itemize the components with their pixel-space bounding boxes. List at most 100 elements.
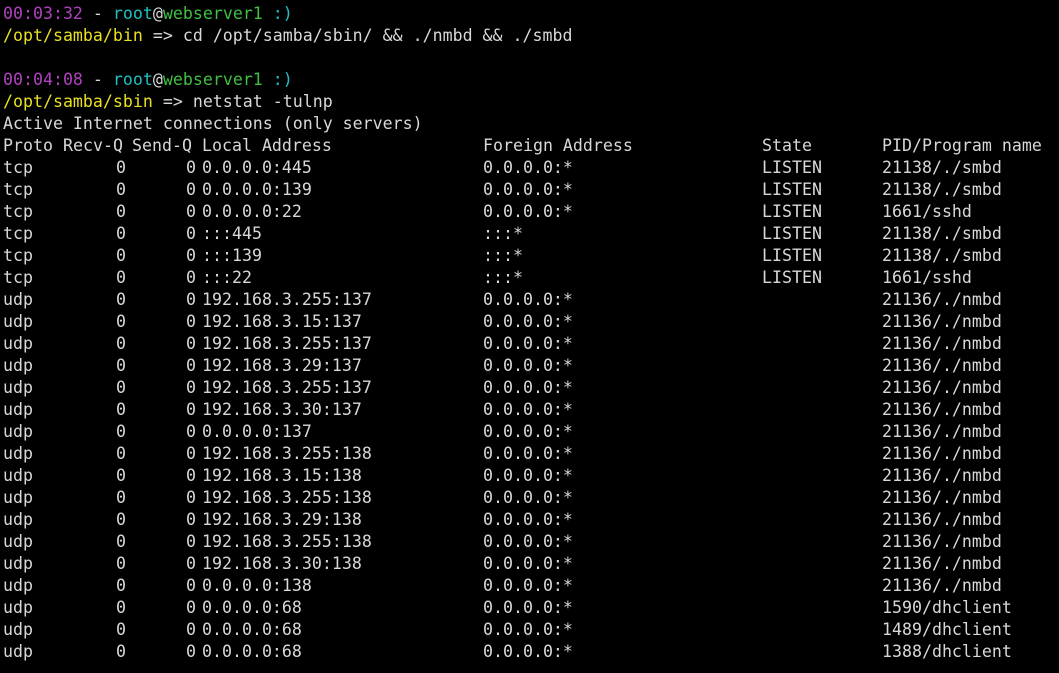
cell-pid-program: 21136/./nmbd <box>882 356 1002 375</box>
prompt-path: /opt/samba/bin <box>3 26 143 45</box>
cell-send-q: 0 <box>186 554 196 573</box>
cell-foreign-address: :::* <box>483 268 523 287</box>
cell-proto: udp <box>3 488 33 507</box>
prompt-host: webserver1 <box>162 4 263 23</box>
cell-foreign-address: 0.0.0.0:* <box>483 400 573 419</box>
prompt-at: @ <box>152 4 163 23</box>
cell-proto: udp <box>3 466 33 485</box>
prompt-status-line: 00:03:32 - root@webserver1 :) <box>3 3 1059 25</box>
cell-proto: udp <box>3 290 33 309</box>
prompt-user: root <box>112 70 153 89</box>
cell-foreign-address: 0.0.0.0:* <box>483 444 573 463</box>
cell-pid-program: 21136/./nmbd <box>882 312 1002 331</box>
prompt-at: @ <box>152 70 163 89</box>
netstat-row: tcp 0 0:::22:::* LISTEN 1661/sshd <box>3 267 1059 289</box>
cell-proto: udp <box>3 356 33 375</box>
cell-local-address: 192.168.3.255:138 <box>202 532 372 551</box>
prompt-arrow: => <box>142 26 183 45</box>
netstat-row: tcp 0 0 0.0.0.0:139 0.0.0.0:* LISTEN 21138/./s… <box>3 179 1059 201</box>
netstat-row: udp 0 0 192.168.3.255:138 0.0.0.0:* 21136/./n… <box>3 487 1059 509</box>
netstat-row: udp 0 0 0.0.0.0:68 0.0.0.0:* 1388/dhclient <box>3 641 1059 663</box>
command-text: netstat -tulnp <box>192 92 333 111</box>
cell-foreign-address: 0.0.0.0:* <box>483 598 573 617</box>
cell-proto: tcp <box>3 180 33 199</box>
cell-send-q: 0 <box>186 356 196 375</box>
cell-pid-program: 1661/sshd <box>882 202 972 221</box>
cell-foreign-address: 0.0.0.0:* <box>483 510 573 529</box>
cell-local-address: 192.168.3.255:137 <box>202 290 372 309</box>
cell-recv-q: 0 <box>116 246 126 265</box>
cell-pid-program: 21136/./nmbd <box>882 466 1002 485</box>
cell-send-q: 0 <box>186 532 196 551</box>
cell-recv-q: 0 <box>116 202 126 221</box>
header-local-address: Local Address <box>202 136 332 155</box>
command-text: cd /opt/samba/sbin/ && ./nmbd && ./smbd <box>182 26 573 45</box>
cell-pid-program: 21136/./nmbd <box>882 400 1002 419</box>
cell-send-q: 0 <box>186 224 196 243</box>
cell-recv-q: 0 <box>116 554 126 573</box>
netstat-row: udp 0 0 192.168.3.29:137 0.0.0.0:* 21136/./nm… <box>3 355 1059 377</box>
cell-foreign-address: 0.0.0.0:* <box>483 290 573 309</box>
netstat-row: udp 0 0 192.168.3.255:137 0.0.0.0:* 21136/./n… <box>3 289 1059 311</box>
cell-send-q: 0 <box>186 180 196 199</box>
cell-foreign-address: 0.0.0.0:* <box>483 356 573 375</box>
cell-send-q: 0 <box>186 158 196 177</box>
cell-recv-q: 0 <box>116 224 126 243</box>
cell-proto: tcp <box>3 268 33 287</box>
cell-proto: udp <box>3 312 33 331</box>
cell-proto: udp <box>3 576 33 595</box>
cell-recv-q: 0 <box>116 466 126 485</box>
cell-foreign-address: 0.0.0.0:* <box>483 312 573 331</box>
cell-local-address: 192.168.3.29:138 <box>202 510 362 529</box>
cell-local-address: 192.168.3.15:138 <box>202 466 362 485</box>
cell-send-q: 0 <box>186 642 196 661</box>
cell-foreign-address: 0.0.0.0:* <box>483 620 573 639</box>
cell-send-q: 0 <box>186 400 196 419</box>
cell-local-address: 0.0.0.0:138 <box>202 576 312 595</box>
cell-local-address: :::22 <box>202 268 252 287</box>
cell-send-q: 0 <box>186 290 196 309</box>
prompt-smiley: :) <box>262 70 293 89</box>
netstat-row: udp 0 0 192.168.3.29:138 0.0.0.0:* 21136/./nm… <box>3 509 1059 531</box>
cell-foreign-address: :::* <box>483 224 523 243</box>
cell-pid-program: 21136/./nmbd <box>882 422 1002 441</box>
header-send-q: Send-Q <box>132 136 192 155</box>
cell-local-address: 0.0.0.0:68 <box>202 598 302 617</box>
prompt-time: 00:04:08 <box>3 70 83 89</box>
cell-recv-q: 0 <box>116 620 126 639</box>
cell-state: LISTEN <box>762 224 822 243</box>
netstat-row: udp 0 0 0.0.0.0:137 0.0.0.0:* 21136/./nmbd <box>3 421 1059 443</box>
cell-proto: tcp <box>3 246 33 265</box>
cell-local-address: 192.168.3.255:137 <box>202 334 372 353</box>
cell-pid-program: 1590/dhclient <box>882 598 1012 617</box>
terminal-window[interactable]: 00:03:32 - root@webserver1 :) /opt/samba… <box>3 3 1059 663</box>
cell-pid-program: 21136/./nmbd <box>882 378 1002 397</box>
cell-recv-q: 0 <box>116 488 126 507</box>
cell-proto: udp <box>3 378 33 397</box>
cell-proto: udp <box>3 422 33 441</box>
cell-local-address: :::445 <box>202 224 262 243</box>
netstat-row: tcp 0 0:::445:::* LISTEN 21138/./smbd <box>3 223 1059 245</box>
netstat-table-body: tcp 0 0 0.0.0.0:445 0.0.0.0:* LISTEN 21138/./s… <box>3 157 1059 663</box>
prompt-separator: - <box>82 4 113 23</box>
cell-proto: tcp <box>3 202 33 221</box>
cell-recv-q: 0 <box>116 444 126 463</box>
cell-foreign-address: 0.0.0.0:* <box>483 378 573 397</box>
cell-recv-q: 0 <box>116 312 126 331</box>
cell-foreign-address: 0.0.0.0:* <box>483 554 573 573</box>
header-state: State <box>762 136 812 155</box>
header-pid-program: PID/Program name <box>882 136 1042 155</box>
cell-foreign-address: 0.0.0.0:* <box>483 334 573 353</box>
cell-local-address: 0.0.0.0:68 <box>202 620 302 639</box>
cell-foreign-address: 0.0.0.0:* <box>483 422 573 441</box>
cell-local-address: 192.168.3.30:138 <box>202 554 362 573</box>
cell-foreign-address: 0.0.0.0:* <box>483 532 573 551</box>
cell-send-q: 0 <box>186 444 196 463</box>
cell-recv-q: 0 <box>116 642 126 661</box>
cell-send-q: 0 <box>186 268 196 287</box>
cell-local-address: 0.0.0.0:137 <box>202 422 312 441</box>
cell-send-q: 0 <box>186 378 196 397</box>
cell-local-address: 0.0.0.0:68 <box>202 642 302 661</box>
cell-recv-q: 0 <box>116 378 126 397</box>
